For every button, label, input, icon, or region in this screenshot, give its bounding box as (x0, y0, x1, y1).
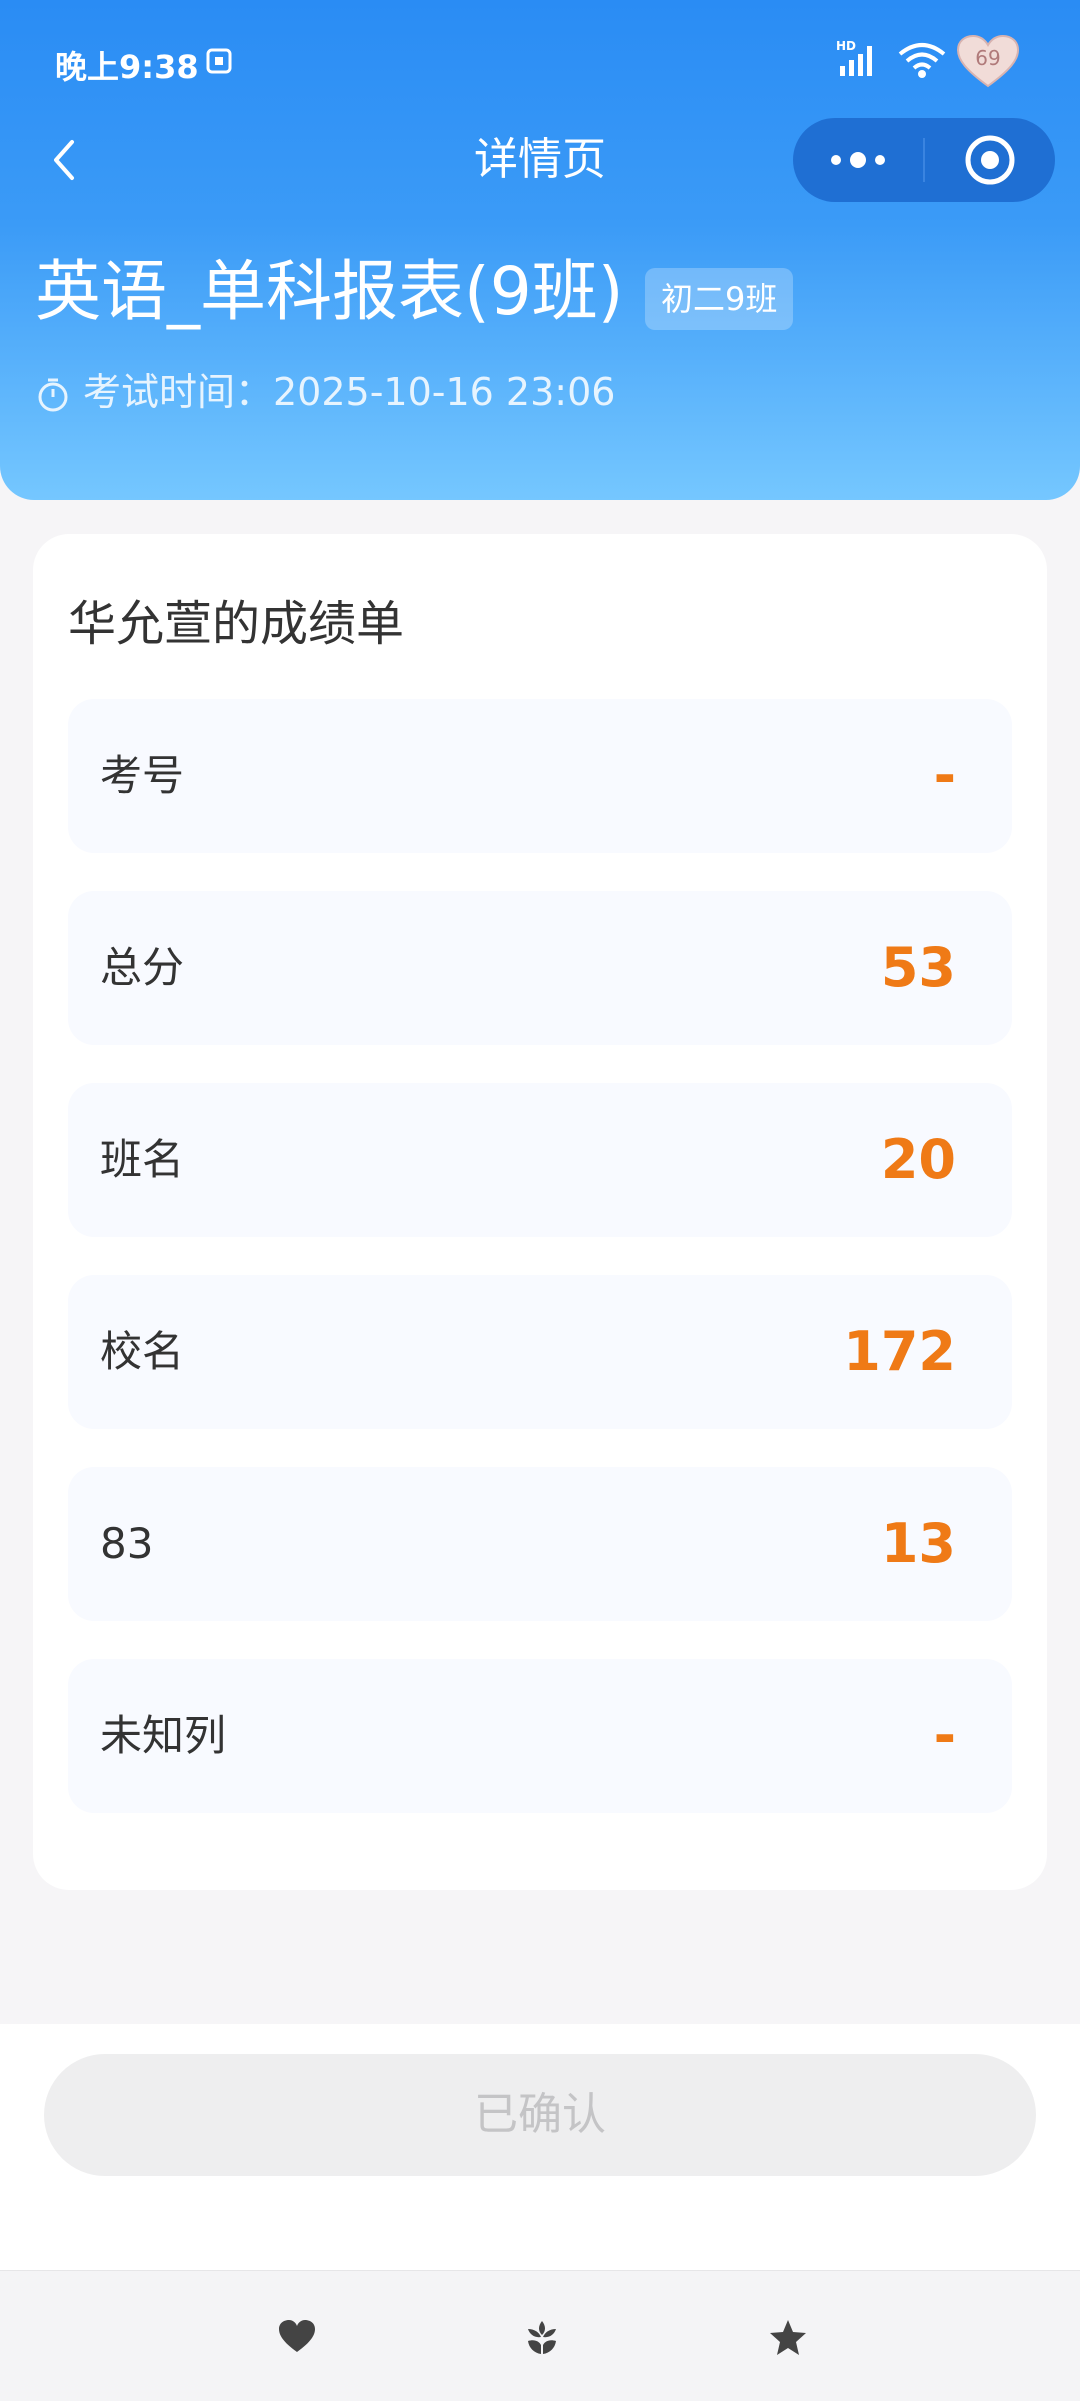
wifi-icon (898, 43, 946, 78)
status-bar: 晚上9:38 HD 69 (0, 0, 1080, 120)
report-title: 英语_单科报表(9班) (35, 253, 624, 330)
score-row: 未知列 - (68, 1659, 1012, 1813)
more-button[interactable] (793, 118, 923, 202)
score-row-value: - (933, 744, 956, 807)
header-banner: 晚上9:38 HD 69 详情页 英语_单科报表(9班) 初二9班 考试时间：2… (0, 0, 1080, 500)
score-row-label: 班名 (100, 1135, 185, 1184)
heart-icon[interactable] (277, 2317, 317, 2357)
bottom-action-area: 已确认 (0, 2024, 1080, 2270)
score-row: 班名 20 (68, 1083, 1012, 1237)
battery-heart-icon: 69 (956, 34, 1020, 90)
nav-bar: 详情页 (0, 110, 1080, 210)
more-dots-icon (831, 152, 885, 168)
score-card: 华允萱的成绩单 考号 - 总分 53 班名 20 校名 172 83 13 未知… (33, 534, 1047, 1890)
exam-time: 考试时间：2025-10-16 23:06 (83, 370, 616, 414)
score-row-value: 13 (880, 1512, 956, 1575)
flower-icon[interactable] (522, 2317, 562, 2357)
battery-level: 69 (975, 46, 1001, 70)
score-row: 考号 - (68, 699, 1012, 853)
score-row-value: - (933, 1704, 956, 1767)
score-row: 83 13 (68, 1467, 1012, 1621)
back-icon[interactable] (36, 130, 96, 190)
score-row-label: 校名 (100, 1327, 185, 1376)
target-circle-icon (965, 135, 1015, 185)
score-row: 总分 53 (68, 891, 1012, 1045)
exam-time-row: 考试时间：2025-10-16 23:06 (35, 362, 615, 422)
star-icon[interactable] (768, 2317, 808, 2357)
mini-program-capsule (793, 118, 1055, 202)
timer-icon (38, 378, 68, 411)
score-row-value: 20 (880, 1128, 956, 1191)
signal-icon: HD (836, 39, 872, 76)
score-row-label: 考号 (100, 751, 185, 800)
score-card-title: 华允萱的成绩单 (68, 596, 405, 652)
score-row: 校名 172 (68, 1275, 1012, 1429)
score-row-label: 83 (100, 1519, 154, 1568)
score-row-value: 172 (843, 1320, 956, 1383)
close-mini-program-button[interactable] (925, 118, 1055, 202)
sim-icon (206, 48, 232, 74)
confirmed-button[interactable]: 已确认 (44, 2054, 1036, 2176)
svg-text:HD: HD (836, 39, 856, 53)
status-time: 晚上9:38 (55, 48, 199, 86)
system-nav-bar (0, 2270, 1080, 2401)
score-row-value: 53 (880, 936, 956, 999)
score-row-label: 总分 (100, 943, 185, 992)
score-row-label: 未知列 (100, 1711, 227, 1760)
page-title: 详情页 (474, 134, 606, 185)
class-tag: 初二9班 (645, 268, 794, 330)
